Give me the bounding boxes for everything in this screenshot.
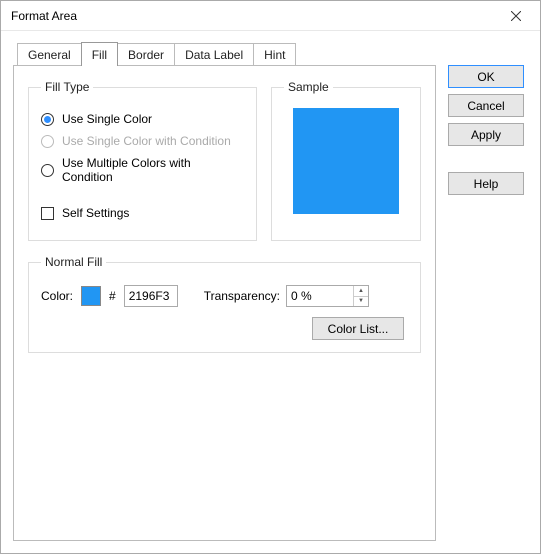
self-settings-checkbox[interactable] (41, 207, 54, 220)
sample-swatch (293, 108, 399, 214)
hex-input[interactable] (124, 285, 178, 307)
window-title: Format Area (11, 9, 77, 23)
apply-button[interactable]: Apply (448, 123, 524, 146)
help-button[interactable]: Help (448, 172, 524, 195)
close-icon (511, 11, 521, 21)
tab-fill[interactable]: Fill (81, 42, 118, 66)
radio-row-multiple-cond[interactable]: Use Multiple Colors with Condition (41, 156, 244, 184)
tab-bar: General Fill Border Data Label Hint (17, 41, 436, 65)
normal-fill-group: Normal Fill Color: # Transparency: ▲ (28, 255, 421, 353)
radio-multiple-cond[interactable] (41, 164, 54, 177)
close-button[interactable] (496, 2, 536, 30)
self-settings-label: Self Settings (62, 206, 129, 220)
spinner-down[interactable]: ▼ (354, 297, 368, 307)
normal-fill-row: Color: # Transparency: ▲ ▼ (41, 285, 408, 307)
radio-single-label: Use Single Color (62, 112, 152, 126)
color-list-button[interactable]: Color List... (312, 317, 404, 340)
radio-row-single-cond: Use Single Color with Condition (41, 134, 244, 148)
fill-type-legend: Fill Type (41, 80, 93, 94)
dialog-window: Format Area General Fill Border Data Lab… (0, 0, 541, 554)
fill-type-group: Fill Type Use Single Color Use Single Co… (28, 80, 257, 241)
hash-label: # (109, 289, 116, 303)
color-swatch[interactable] (81, 286, 101, 306)
side-buttons: OK Cancel Apply Help (448, 41, 528, 541)
radio-single-cond-label: Use Single Color with Condition (62, 134, 231, 148)
cancel-button[interactable]: Cancel (448, 94, 524, 117)
transparency-label: Transparency: (204, 289, 280, 303)
top-row: Fill Type Use Single Color Use Single Co… (28, 80, 421, 255)
tab-data-label[interactable]: Data Label (174, 43, 254, 65)
main-area: General Fill Border Data Label Hint Fill… (13, 41, 436, 541)
sample-group: Sample (271, 80, 421, 241)
tab-hint[interactable]: Hint (253, 43, 296, 65)
tab-panel-fill: Fill Type Use Single Color Use Single Co… (13, 65, 436, 541)
spinner-up[interactable]: ▲ (354, 286, 368, 297)
radio-row-single[interactable]: Use Single Color (41, 112, 244, 126)
color-label: Color: (41, 289, 73, 303)
ok-button[interactable]: OK (448, 65, 524, 88)
color-list-row: Color List... (41, 317, 408, 340)
normal-fill-legend: Normal Fill (41, 255, 106, 269)
radio-multiple-cond-label: Use Multiple Colors with Condition (62, 156, 244, 184)
sample-legend: Sample (284, 80, 333, 94)
tab-border[interactable]: Border (117, 43, 175, 65)
titlebar: Format Area (1, 1, 540, 31)
radio-single-cond (41, 135, 54, 148)
transparency-spinner[interactable]: ▲ ▼ (286, 285, 369, 307)
tab-general[interactable]: General (17, 43, 82, 65)
transparency-wrap: Transparency: ▲ ▼ (204, 285, 369, 307)
radio-single[interactable] (41, 113, 54, 126)
spinner-buttons: ▲ ▼ (353, 286, 368, 306)
self-settings-row[interactable]: Self Settings (41, 206, 244, 220)
transparency-input[interactable] (287, 286, 353, 306)
dialog-body: General Fill Border Data Label Hint Fill… (1, 31, 540, 553)
